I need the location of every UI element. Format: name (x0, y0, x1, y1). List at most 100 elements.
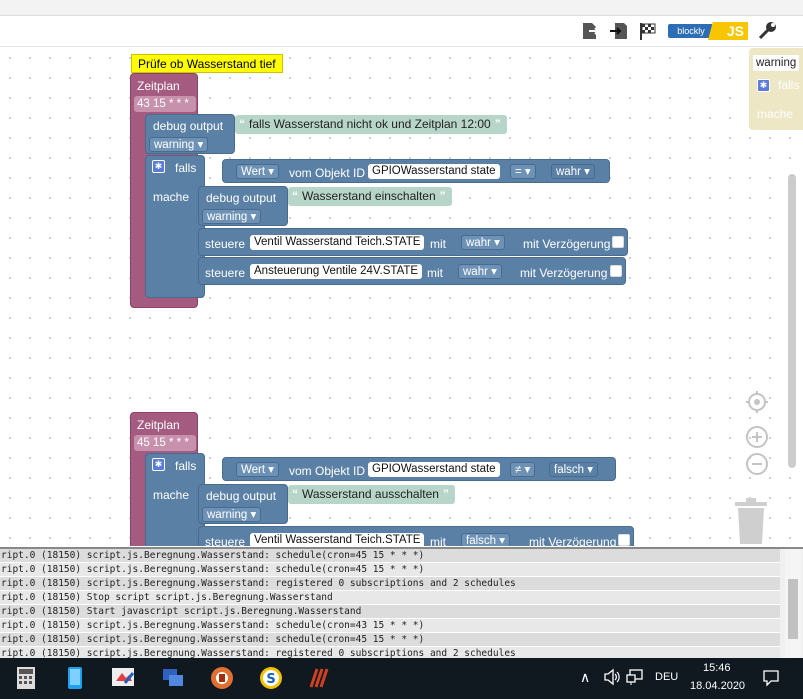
value-dropdown[interactable]: Wert ▾ (236, 462, 280, 477)
gear-icon[interactable]: ✱ (757, 79, 770, 92)
partial-block-right[interactable]: warning ✱ falls mache (749, 48, 803, 130)
zoom-out-icon[interactable] (744, 452, 770, 482)
compare-value: falsch (554, 464, 585, 476)
level-dropdown[interactable]: warning ▾ (202, 507, 262, 522)
control-value-dropdown[interactable]: wahr ▾ (458, 264, 502, 279)
control-value: wahr (466, 237, 491, 249)
level-dropdown[interactable]: warning ▾ (149, 137, 209, 152)
operator-dropdown[interactable]: = ▾ (510, 164, 536, 179)
cron-field[interactable]: 43 15 * * * (134, 96, 196, 112)
control-block-3[interactable]: steuere Ventil Wasserstand Teich.STATE m… (198, 526, 634, 546)
wrench-icon[interactable] (756, 20, 778, 42)
with-label: mit (430, 535, 446, 546)
object-id-field[interactable]: GPIOWasserstand state (368, 164, 500, 179)
inner-debug-block-2[interactable]: debug output warning ▾ (198, 484, 288, 524)
partial-do-label: mache (757, 107, 794, 121)
network-app-icon[interactable] (160, 665, 186, 691)
blockly-workspace[interactable]: Prüfe ob Wasserstand tief Zeitplan 43 15… (0, 48, 803, 546)
recenter-icon[interactable] (744, 390, 770, 420)
inner-debug-block-1[interactable]: debug output warning ▾ (198, 186, 288, 226)
string-value: falls Wasserstand nicht ok und Zeitplan … (249, 117, 491, 131)
control-value: falsch (466, 535, 497, 546)
check-flag-icon[interactable] (637, 20, 659, 42)
operator-value: ≠ (515, 464, 522, 476)
network-icon[interactable] (626, 668, 644, 691)
compare-block-1[interactable]: Wert ▾ vom Objekt ID GPIOWasserstand sta… (222, 159, 610, 183)
trash-icon[interactable] (733, 498, 769, 546)
calculator-icon[interactable] (13, 665, 39, 691)
control-label: steuere (205, 266, 246, 280)
phone-app-icon[interactable] (62, 665, 88, 691)
s-app-icon[interactable]: S (258, 665, 284, 691)
value-dropdown-label: Wert (241, 464, 266, 476)
debug-output-block-1[interactable]: debug output warning ▾ (145, 114, 235, 154)
if-label: falls (175, 459, 197, 473)
compare-value-dropdown[interactable]: falsch ▾ (549, 462, 599, 477)
gear-icon[interactable]: ✱ (152, 160, 165, 173)
operator-value: = (515, 166, 522, 178)
delay-label: mit Verzögerung (520, 266, 608, 280)
gear-icon[interactable]: ✱ (152, 458, 165, 471)
delay-checkbox[interactable] (618, 534, 630, 546)
value-dropdown[interactable]: Wert ▾ (236, 164, 280, 179)
language-indicator[interactable]: DEU (655, 671, 678, 683)
value-dropdown-label: Wert (241, 166, 266, 178)
zoom-in-icon[interactable] (744, 425, 770, 455)
chevron-up-icon[interactable]: ∧ (580, 669, 590, 686)
level-value: warning (207, 211, 248, 223)
remote-app-icon[interactable] (209, 665, 235, 691)
control-object-field[interactable]: Ansteuerung Ventile 24V.STATE (250, 264, 423, 279)
if-block-1[interactable]: ✱ falls mache (145, 155, 205, 298)
control-value-dropdown[interactable]: falsch ▾ (461, 533, 511, 546)
level-dropdown[interactable]: warning ▾ (202, 209, 262, 224)
control-object-field[interactable]: Ventil Wasserstand Teich.STATE (250, 533, 425, 546)
window-top-strip (0, 0, 803, 16)
level-value: warning (207, 509, 248, 521)
of-object-id-label: vom Objekt ID (289, 166, 366, 180)
control-value: wahr (463, 266, 488, 278)
comment-block[interactable]: Prüfe ob Wasserstand tief (131, 54, 283, 73)
operator-dropdown[interactable]: ≠ ▾ (510, 462, 536, 477)
level-value: warning (154, 139, 195, 151)
speaker-icon[interactable] (603, 668, 621, 691)
svg-text:S: S (266, 672, 275, 687)
cron-field[interactable]: 45 15 * * * (134, 435, 196, 451)
windows-taskbar: S ∧ DEU 15:46 18.04.2020 (0, 658, 803, 699)
delay-checkbox[interactable] (612, 236, 624, 248)
string-block-1[interactable]: “falls Wasserstand nicht ok und Zeitplan… (235, 115, 507, 134)
log-line: ript.0 (18150) script.js.Beregnung.Wasse… (0, 647, 780, 658)
control-value-dropdown[interactable]: wahr ▾ (461, 235, 505, 250)
import-icon[interactable] (608, 20, 630, 42)
object-id-field[interactable]: GPIOWasserstand state (368, 462, 500, 477)
compare-block-2[interactable]: Wert ▾ vom Objekt ID GPIOWasserstand sta… (222, 457, 616, 481)
clock-date[interactable]: 18.04.2020 (690, 680, 745, 692)
string-block-3[interactable]: “Wasserstand ausschalten” (288, 485, 455, 504)
log-line: ript.0 (18150) script.js.Beregnung.Wasse… (0, 633, 780, 647)
do-label: mache (153, 190, 190, 204)
stripes-app-icon[interactable] (307, 665, 333, 691)
log-scrollbar[interactable] (785, 549, 801, 658)
if-block-2[interactable]: ✱ falls mache (145, 453, 205, 546)
delay-label: mit Verzögerung (523, 237, 611, 251)
notification-icon[interactable] (762, 669, 780, 692)
log-line: ript.0 (18150) Stop script script.js.Ber… (0, 591, 780, 605)
paint-app-icon[interactable] (110, 665, 136, 691)
blockly-js-toggle[interactable]: blockly JS (668, 22, 748, 40)
control-block-1[interactable]: steuere Ventil Wasserstand Teich.STATE m… (198, 228, 628, 256)
workspace-scrollbar[interactable] (788, 174, 796, 468)
debug-output-label: debug output (206, 191, 277, 205)
delay-checkbox[interactable] (610, 265, 622, 277)
clock-time[interactable]: 15:46 (703, 662, 731, 674)
control-block-2[interactable]: steuere Ansteuerung Ventile 24V.STATE mi… (198, 257, 626, 285)
string-value: Wasserstand ausschalten (302, 487, 439, 501)
log-line: ript.0 (18150) script.js.Beregnung.Wasse… (0, 577, 780, 591)
control-label: steuere (205, 237, 246, 251)
export-icon[interactable] (579, 20, 601, 42)
log-line: ript.0 (18150) Start javascript script.j… (0, 605, 780, 619)
control-object-field[interactable]: Ventil Wasserstand Teich.STATE (250, 235, 425, 250)
with-label: mit (430, 237, 446, 251)
compare-value: wahr (556, 166, 581, 178)
compare-value-dropdown[interactable]: wahr ▾ (551, 164, 595, 179)
string-block-2[interactable]: “Wasserstand einschalten” (288, 187, 452, 206)
do-label: mache (153, 488, 190, 502)
